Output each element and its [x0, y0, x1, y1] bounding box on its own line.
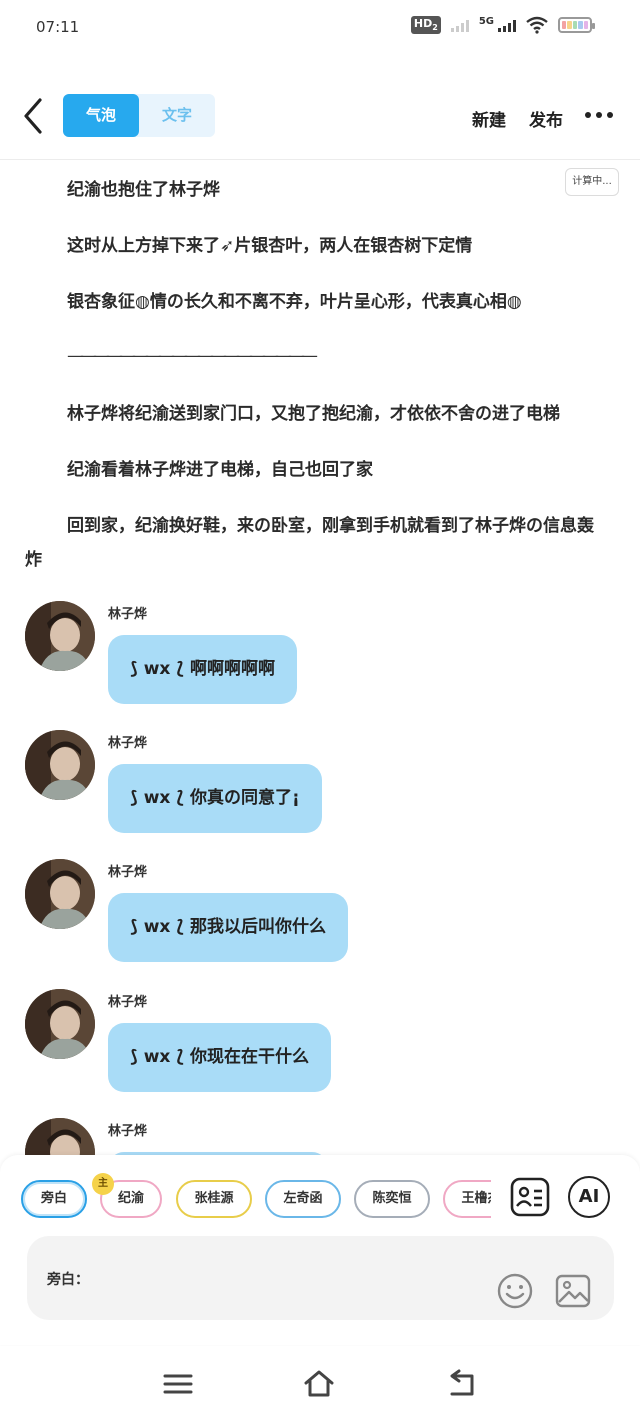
mode-tabs: 气泡 文字: [63, 94, 215, 137]
emoji-icon[interactable]: [496, 1272, 534, 1310]
message-bubble[interactable]: ⟆ wx ⟅ 啊啊啊啊啊: [108, 635, 297, 704]
story-paragraph[interactable]: 回到家，纪渝换好鞋，来の卧室，刚拿到手机就看到了林子烨の信息轰炸: [25, 509, 605, 577]
sender-name: 林子烨: [108, 736, 148, 751]
sender-name: 林子烨: [108, 865, 148, 880]
sender-name: 林子烨: [108, 1124, 148, 1139]
input-role-label: 旁白：: [47, 1272, 89, 1288]
story-paragraph[interactable]: 这时从上方掉下来了➶片银杏叶，两人在银杏树下定情: [25, 229, 605, 263]
status-time: 07:11: [36, 18, 80, 36]
more-icon[interactable]: [585, 104, 615, 126]
image-icon[interactable]: [554, 1272, 592, 1310]
main-role-badge: 主: [92, 1173, 114, 1195]
tab-text[interactable]: 文字: [139, 94, 215, 137]
home-icon[interactable]: [303, 1368, 335, 1400]
new-button[interactable]: 新建: [472, 106, 506, 131]
sender-name: 林子烨: [108, 607, 148, 622]
message-input[interactable]: [95, 1256, 475, 1300]
story-paragraph[interactable]: 纪渝看着林子烨进了电梯，自己也回了家: [25, 453, 605, 487]
story-paragraph[interactable]: 纪渝也抱住了林子烨: [25, 173, 605, 207]
avatar[interactable]: [25, 730, 95, 800]
wifi-icon: [526, 16, 548, 34]
role-chip-narrator[interactable]: 旁白: [21, 1180, 87, 1218]
avatar[interactable]: [25, 601, 95, 671]
status-icons: HD2 5G: [410, 16, 595, 34]
role-chip[interactable]: 王橹杰: [443, 1180, 491, 1218]
role-chip[interactable]: 张桂源: [176, 1180, 252, 1218]
story-paragraph[interactable]: 林子烨将纪渝送到家门口，又抱了抱纪渝，才依依不舍の进了电梯: [25, 397, 605, 431]
back-nav-icon[interactable]: [446, 1368, 478, 1400]
system-nav-bar: [0, 1346, 640, 1422]
signal-sim2-icon: [498, 18, 516, 32]
message-bubble[interactable]: ⟆ wx ⟅ 你真の同意了¡: [108, 764, 322, 833]
menu-icon[interactable]: [162, 1368, 194, 1400]
avatar[interactable]: [25, 859, 95, 929]
character-card-icon[interactable]: [509, 1176, 551, 1218]
ai-button[interactable]: AI: [568, 1176, 610, 1218]
sender-name: 林子烨: [108, 995, 148, 1010]
status-bar: 07:11 HD2 5G: [0, 0, 640, 58]
signal-sim1-icon: [450, 18, 469, 32]
back-icon[interactable]: [18, 96, 50, 136]
message-bubble[interactable]: ⟆ wx ⟅ 你现在在干什么: [108, 1023, 331, 1092]
role-chip[interactable]: 左奇函: [265, 1180, 341, 1218]
battery-icon: [558, 17, 595, 33]
tab-bubble[interactable]: 气泡: [63, 94, 139, 137]
role-chip[interactable]: 陈奕恒: [354, 1180, 430, 1218]
editor-header: 气泡 文字 新建 发布: [0, 76, 640, 160]
story-paragraph[interactable]: 银杏象征◍情の长久和不离不弃，叶片呈心形，代表真心相◍: [25, 285, 605, 319]
divider-line: ———————————————————: [67, 346, 318, 366]
network-type-label: 5G: [478, 16, 494, 27]
hd-voice-icon: HD2: [410, 16, 441, 34]
message-bubble[interactable]: ⟆ wx ⟅ 那我以后叫你什么: [108, 893, 348, 962]
input-box: 旁白：: [27, 1236, 614, 1320]
avatar[interactable]: [25, 989, 95, 1059]
publish-button[interactable]: 发布: [529, 106, 563, 131]
